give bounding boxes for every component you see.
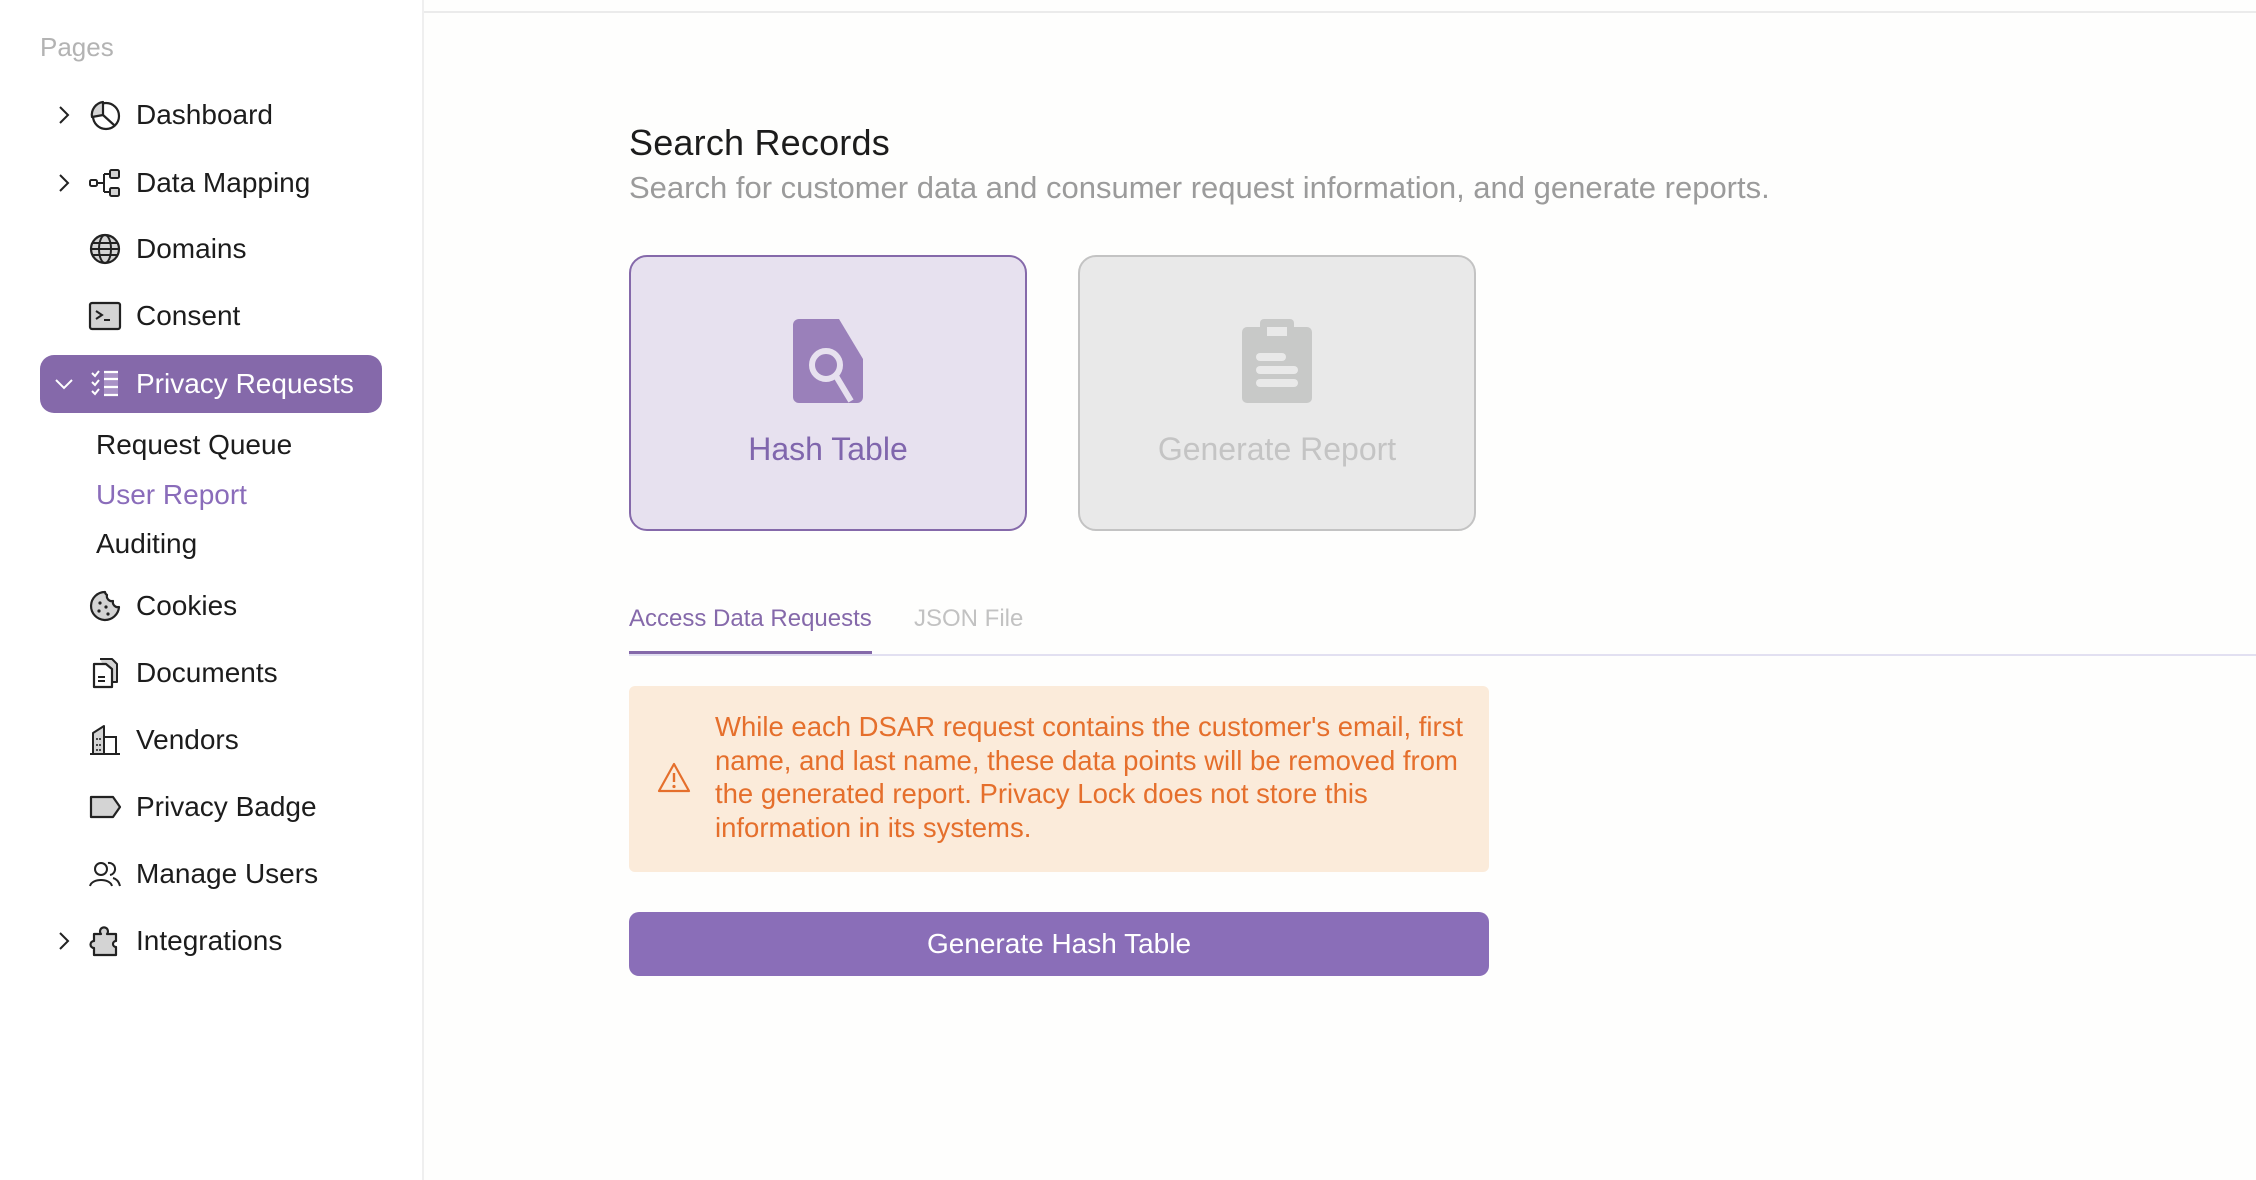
warning-alert: While each DSAR request contains the cus… [629, 686, 1489, 872]
globe-icon [89, 233, 121, 265]
sidebar-item-label: Documents [136, 657, 278, 688]
sidebar-item-cookies[interactable]: Cookies [40, 577, 382, 635]
tag-icon [89, 795, 122, 819]
puzzle-piece-icon [89, 926, 118, 957]
hierarchy-icon [89, 169, 120, 197]
sidebar-item-label: Dashboard [136, 99, 273, 130]
sidebar-item-label: Consent [136, 300, 241, 331]
sidebar-subitem-user-report[interactable]: User Report [96, 479, 247, 511]
sidebar-item-integrations[interactable]: Integrations [40, 912, 382, 970]
card-label: Generate Report [1157, 431, 1397, 467]
sidebar-item-documents[interactable]: Documents [40, 644, 382, 702]
pages-section-label: Pages [40, 32, 114, 62]
sidebar-item-vendors[interactable]: Vendors [40, 711, 382, 769]
chevron-down-icon[interactable] [52, 372, 76, 396]
sidebar-item-label: Privacy Requests [136, 368, 354, 399]
sidebar-item-privacy-badge[interactable]: Privacy Badge [40, 778, 382, 836]
chevron-right-icon[interactable] [52, 929, 76, 953]
generate-hash-table-button[interactable]: Generate Hash Table [629, 912, 1489, 976]
clipboard-icon [1242, 319, 1312, 403]
header-divider [424, 11, 2256, 13]
cookie-icon [89, 590, 121, 622]
sidebar-subitem-auditing[interactable]: Auditing [96, 528, 197, 560]
sidebar-subitem-request-queue[interactable]: Request Queue [96, 429, 292, 461]
sidebar-item-label: Data Mapping [136, 167, 311, 198]
users-icon [89, 861, 121, 887]
pie-chart-icon [90, 100, 121, 131]
terminal-window-icon [88, 301, 122, 331]
page-subtitle: Search for customer data and consumer re… [629, 170, 1770, 205]
sidebar-item-label: Privacy Badge [136, 791, 317, 822]
chevron-right-icon[interactable] [52, 103, 76, 127]
sidebar-item-privacy-requests[interactable]: Privacy Requests [40, 355, 382, 413]
file-search-icon [793, 319, 863, 403]
generate-report-card[interactable]: Generate Report [1078, 255, 1476, 531]
card-label: Hash Table [748, 431, 908, 467]
warning-text: While each DSAR request contains the cus… [715, 711, 1464, 843]
sidebar-item-dashboard[interactable]: Dashboard [40, 86, 382, 144]
report-tabs: Access Data Requests JSON File [629, 600, 2256, 656]
sidebar-item-label: Integrations [136, 925, 283, 956]
sidebar-item-consent[interactable]: Consent [40, 287, 382, 345]
checklist-icon [91, 370, 118, 397]
tab-json-file[interactable]: JSON File [914, 605, 1023, 651]
documents-icon [92, 658, 118, 689]
page-title: Search Records [629, 122, 890, 163]
tab-access-data-requests[interactable]: Access Data Requests [629, 605, 872, 654]
sidebar: Pages Dashboard Data Mapping Domains Con… [0, 0, 424, 1180]
chevron-right-icon[interactable] [52, 171, 76, 195]
sidebar-item-label: Manage Users [136, 858, 319, 889]
buildings-icon [90, 725, 120, 755]
sidebar-item-domains[interactable]: Domains [40, 220, 382, 278]
sidebar-item-label: Domains [136, 233, 247, 264]
sidebar-item-data-mapping[interactable]: Data Mapping [40, 154, 382, 212]
sidebar-item-label: Vendors [136, 724, 239, 755]
sidebar-item-label: Cookies [136, 590, 238, 621]
warning-icon [657, 762, 691, 793]
hash-table-card[interactable]: Hash Table [629, 255, 1027, 531]
sidebar-item-manage-users[interactable]: Manage Users [40, 845, 382, 903]
